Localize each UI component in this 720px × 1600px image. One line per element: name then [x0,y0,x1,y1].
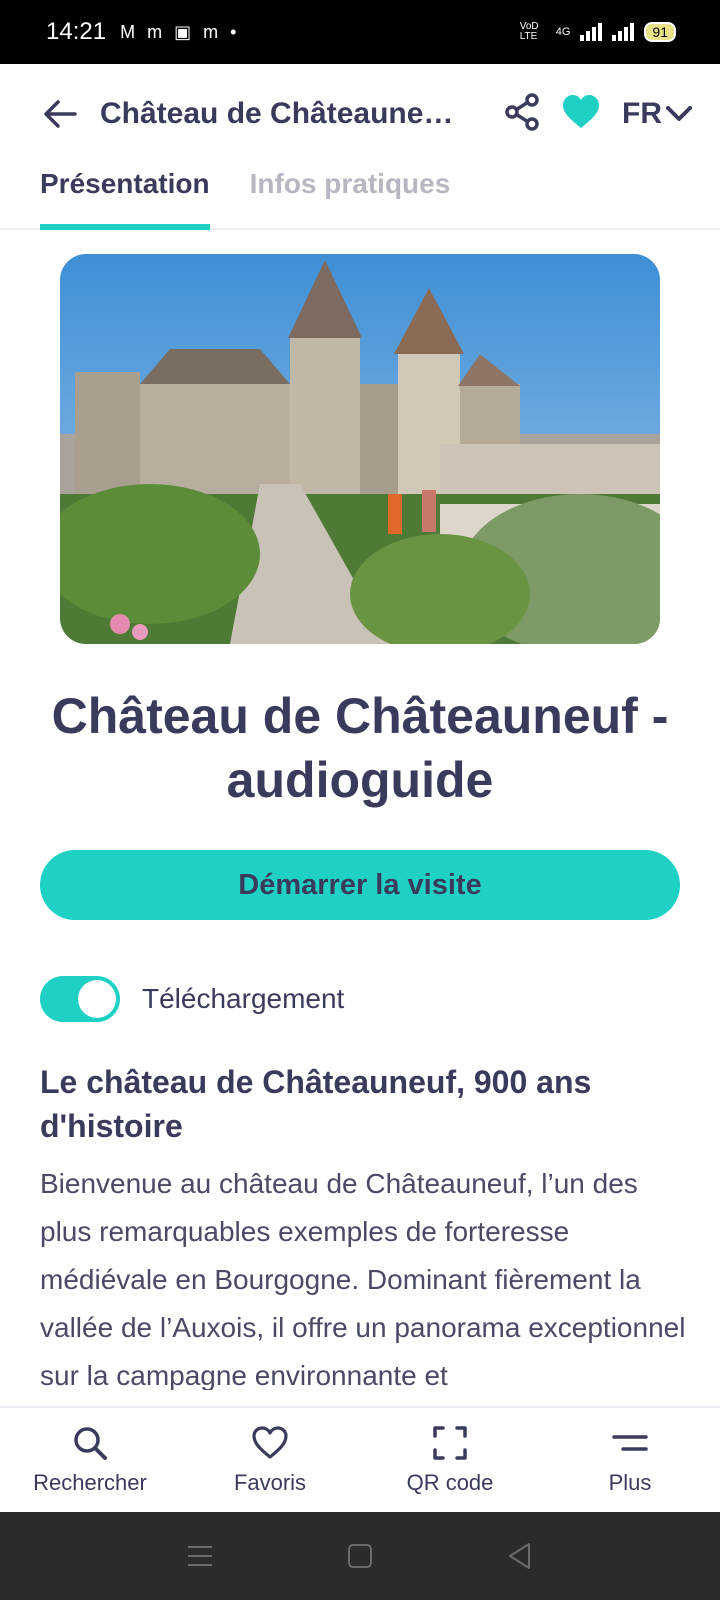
dot-icon: • [230,21,237,42]
nav-search[interactable]: Rechercher [0,1408,180,1512]
start-tour-button[interactable]: Démarrer la visite [40,850,680,920]
page-title: Château de Châteauneuf... [100,97,460,130]
toggle-knob [78,980,116,1018]
volte-indicator: VoD LTE [519,21,539,42]
news-icon-3: m [203,21,219,42]
search-icon [74,1427,107,1460]
share-button[interactable] [504,92,540,136]
tab-bar: Présentation Infos pratiques [0,164,720,230]
nav-qr-code[interactable]: QR code [360,1408,540,1512]
nav-more[interactable]: Plus [540,1408,720,1512]
bottom-navigation: Rechercher Favoris QR code Plus [0,1406,720,1512]
back-nav-icon[interactable] [505,1541,535,1571]
status-bar: 14:21 M m ▣ m • VoD LTE 4G 91 [0,0,720,64]
language-label: FR [622,97,662,130]
qr-scan-icon [433,1426,467,1460]
nav-favorites[interactable]: Favoris [180,1408,360,1512]
menu-icon [612,1435,648,1451]
notification-icons: M m ▣ m • [120,22,236,43]
arrow-left-icon [44,100,77,128]
signal-icon [580,23,603,41]
news-icon-2: ▣ [174,21,192,42]
description-text: Bienvenue au château de Châteauneuf, l’u… [40,1168,686,1390]
nav-more-label: Plus [608,1470,652,1495]
section-title: Le château de Châteauneuf, 900 ans d'his… [40,1064,592,1144]
signal-icon-2 [612,23,635,41]
castle-photo [60,254,660,644]
download-label: Téléchargement [142,983,345,1014]
status-time: 14:21 [46,18,107,45]
home-icon[interactable] [345,1541,375,1571]
nav-qr-label: QR code [406,1470,494,1495]
heart-filled-icon [563,94,599,128]
app-bar: Château de Châteauneuf... FR [0,64,720,164]
share-icon [505,92,539,131]
network-type: 4G [555,26,571,38]
hero-image [60,254,660,644]
language-selector[interactable]: FR [622,97,692,131]
news-icon: m [147,21,163,42]
chevron-down-icon [666,106,692,121]
tour-title: Château de Châteauneuf - audioguide [51,688,669,808]
battery-indicator: 91 [644,22,676,42]
system-navigation-bar [0,1512,720,1600]
tab-presentation[interactable]: Présentation [40,164,210,230]
favorite-button[interactable] [562,94,600,134]
download-row: Téléchargement [40,976,344,1022]
nav-favorites-label: Favoris [233,1470,307,1495]
nav-search-label: Rechercher [33,1470,147,1495]
heart-icon [252,1426,288,1459]
recent-apps-icon[interactable] [185,1541,215,1571]
gmail-icon: M [120,21,136,42]
back-button[interactable] [40,94,80,134]
download-toggle[interactable] [40,976,120,1022]
tab-infos-pratiques[interactable]: Infos pratiques [250,164,451,228]
